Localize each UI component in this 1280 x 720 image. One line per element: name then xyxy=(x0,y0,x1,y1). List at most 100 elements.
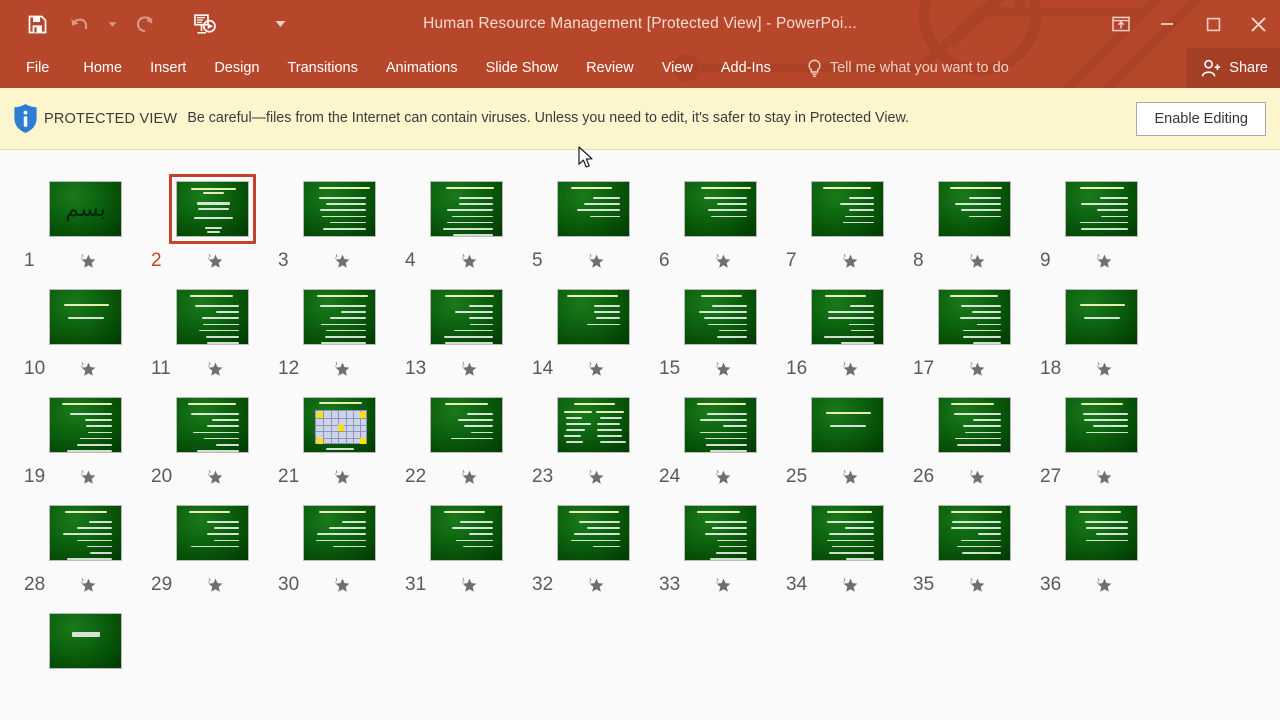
slide-thumbnail-frame[interactable] xyxy=(804,498,891,568)
star-icon-button[interactable] xyxy=(969,361,986,378)
slide-thumbnail-frame[interactable] xyxy=(296,174,383,244)
star-icon-button[interactable] xyxy=(80,469,97,486)
slide-thumbnail-37[interactable] xyxy=(22,596,149,676)
slide-thumbnail-2[interactable]: 2 xyxy=(149,164,276,272)
star-icon-button[interactable] xyxy=(80,577,97,594)
slide-thumbnail-frame[interactable] xyxy=(550,390,637,460)
slide-thumbnail-frame[interactable] xyxy=(1058,282,1145,352)
star-icon-button[interactable] xyxy=(334,469,351,486)
redo-button[interactable] xyxy=(124,5,166,43)
slide-thumbnail-31[interactable]: 31 xyxy=(403,488,530,596)
star-icon-button[interactable] xyxy=(207,253,224,270)
star-icon-button[interactable] xyxy=(461,361,478,378)
star-icon-button[interactable] xyxy=(842,469,859,486)
star-icon-button[interactable] xyxy=(715,361,732,378)
slide-thumbnail-frame[interactable] xyxy=(677,282,764,352)
slide-thumbnail-13[interactable]: 13 xyxy=(403,272,530,380)
slide-thumbnail-27[interactable]: 27 xyxy=(1038,380,1165,488)
slide-thumbnail-7[interactable]: 7 xyxy=(784,164,911,272)
star-icon-button[interactable] xyxy=(715,469,732,486)
slide-thumbnail-frame[interactable] xyxy=(1058,390,1145,460)
slide-thumbnail-21[interactable]: 21 xyxy=(276,380,403,488)
star-icon-button[interactable] xyxy=(588,577,605,594)
tab-insert[interactable]: Insert xyxy=(136,48,200,88)
star-icon-button[interactable] xyxy=(1096,361,1113,378)
slide-thumbnail-frame[interactable] xyxy=(423,282,510,352)
slide-thumbnail-24[interactable]: 24 xyxy=(657,380,784,488)
slide-thumbnail-19[interactable]: 19 xyxy=(22,380,149,488)
slide-thumbnail-26[interactable]: 26 xyxy=(911,380,1038,488)
slide-thumbnail-3[interactable]: 3 xyxy=(276,164,403,272)
slide-thumbnail-frame[interactable] xyxy=(931,282,1018,352)
slide-thumbnail-1[interactable]: بسم 1 xyxy=(22,164,149,272)
star-icon-button[interactable] xyxy=(588,469,605,486)
slide-thumbnail-frame[interactable] xyxy=(423,390,510,460)
slide-thumbnail-frame[interactable] xyxy=(169,498,256,568)
slide-thumbnail-6[interactable]: 6 xyxy=(657,164,784,272)
star-icon-button[interactable] xyxy=(461,577,478,594)
slide-thumbnail-23[interactable]: 23 xyxy=(530,380,657,488)
undo-dropdown-button[interactable] xyxy=(100,5,124,43)
slide-thumbnail-36[interactable]: 36 xyxy=(1038,488,1165,596)
slide-thumbnail-22[interactable]: 22 xyxy=(403,380,530,488)
star-icon-button[interactable] xyxy=(588,253,605,270)
slide-thumbnail-11[interactable]: 11 xyxy=(149,272,276,380)
star-icon-button[interactable] xyxy=(842,361,859,378)
slide-thumbnail-frame[interactable] xyxy=(804,174,891,244)
slide-thumbnail-15[interactable]: 15 xyxy=(657,272,784,380)
slide-thumbnail-5[interactable]: 5 xyxy=(530,164,657,272)
slide-thumbnail-33[interactable]: 33 xyxy=(657,488,784,596)
slide-thumbnail-frame[interactable] xyxy=(169,390,256,460)
start-slideshow-button[interactable] xyxy=(184,5,226,43)
star-icon-button[interactable] xyxy=(588,361,605,378)
enable-editing-button[interactable]: Enable Editing xyxy=(1136,102,1266,136)
star-icon-button[interactable] xyxy=(715,253,732,270)
star-icon-button[interactable] xyxy=(969,577,986,594)
minimize-button[interactable] xyxy=(1144,0,1190,48)
star-icon-button[interactable] xyxy=(1096,469,1113,486)
tell-me-search[interactable]: Tell me what you want to do xyxy=(807,59,1009,78)
slide-thumbnail-frame[interactable] xyxy=(169,282,256,352)
maximize-button[interactable] xyxy=(1190,0,1236,48)
star-icon-button[interactable] xyxy=(969,469,986,486)
slide-thumbnail-frame[interactable] xyxy=(296,498,383,568)
slide-thumbnail-17[interactable]: 17 xyxy=(911,272,1038,380)
slide-thumbnail-frame[interactable] xyxy=(169,174,256,244)
tab-transitions[interactable]: Transitions xyxy=(273,48,371,88)
star-icon-button[interactable] xyxy=(334,577,351,594)
slide-thumbnail-32[interactable]: 32 xyxy=(530,488,657,596)
slide-thumbnail-28[interactable]: 28 xyxy=(22,488,149,596)
slide-thumbnail-frame[interactable] xyxy=(931,174,1018,244)
slide-thumbnail-frame[interactable] xyxy=(42,390,129,460)
slide-thumbnail-18[interactable]: 18 xyxy=(1038,272,1165,380)
tab-design[interactable]: Design xyxy=(200,48,273,88)
star-icon-button[interactable] xyxy=(461,469,478,486)
slide-thumbnail-34[interactable]: 34 xyxy=(784,488,911,596)
slide-thumbnail-frame[interactable] xyxy=(296,390,383,460)
slide-thumbnail-8[interactable]: 8 xyxy=(911,164,1038,272)
star-icon-button[interactable] xyxy=(207,577,224,594)
slide-thumbnail-frame[interactable] xyxy=(42,282,129,352)
slide-thumbnail-29[interactable]: 29 xyxy=(149,488,276,596)
slide-sorter-pane[interactable]: بسم 1 2 3 4 5 6 7 8 9 10 11 12 13 14 15 16 17 18 19 20 21 22 23… xyxy=(0,150,1280,720)
tab-slide-show[interactable]: Slide Show xyxy=(472,48,573,88)
star-icon-button[interactable] xyxy=(715,577,732,594)
tab-view[interactable]: View xyxy=(648,48,707,88)
star-icon-button[interactable] xyxy=(207,469,224,486)
slide-thumbnail-10[interactable]: 10 xyxy=(22,272,149,380)
slide-thumbnail-frame[interactable] xyxy=(677,498,764,568)
undo-button[interactable] xyxy=(58,5,100,43)
star-icon-button[interactable] xyxy=(842,577,859,594)
ribbon-display-options-button[interactable] xyxy=(1098,0,1144,48)
slide-thumbnail-frame[interactable] xyxy=(677,390,764,460)
star-icon-button[interactable] xyxy=(207,361,224,378)
star-icon-button[interactable] xyxy=(80,361,97,378)
star-icon-button[interactable] xyxy=(334,361,351,378)
slide-thumbnail-35[interactable]: 35 xyxy=(911,488,1038,596)
slide-thumbnail-frame[interactable] xyxy=(931,390,1018,460)
slide-thumbnail-frame[interactable] xyxy=(550,282,637,352)
slide-thumbnail-frame[interactable] xyxy=(804,390,891,460)
slide-thumbnail-25[interactable]: 25 xyxy=(784,380,911,488)
star-icon-button[interactable] xyxy=(80,253,97,270)
save-button[interactable] xyxy=(16,5,58,43)
